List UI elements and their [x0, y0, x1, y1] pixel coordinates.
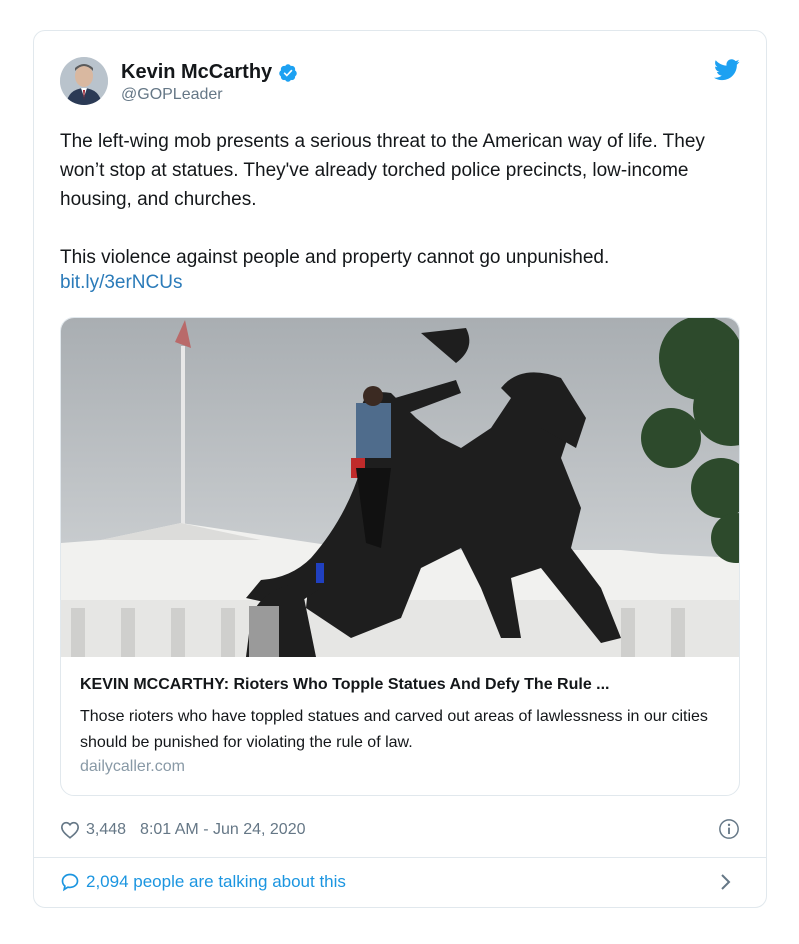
preview-image	[61, 318, 739, 657]
footer-divider	[34, 857, 766, 858]
preview-title: KEVIN MCCARTHY: Rioters Who Topple Statu…	[80, 676, 610, 693]
author-name[interactable]: Kevin McCarthy	[121, 61, 272, 84]
twitter-bird-icon[interactable]	[714, 59, 740, 81]
chevron-right-icon[interactable]	[720, 873, 732, 891]
tweet-card[interactable]: Kevin McCarthy @GOPLeader The left-wing …	[33, 30, 767, 908]
conversation-count[interactable]: 2,094 people are talking about this	[86, 872, 346, 892]
tweet-text: The left-wing mob presents a serious thr…	[60, 131, 705, 268]
tweet-meta: 3,448 8:01 AM - Jun 24, 2020	[60, 817, 740, 843]
tweet-timestamp[interactable]: 8:01 AM - Jun 24, 2020	[140, 821, 305, 839]
heart-icon[interactable]	[60, 821, 80, 839]
author-avatar[interactable]	[60, 57, 108, 105]
speech-bubble-icon	[61, 873, 79, 892]
like-count[interactable]: 3,448	[86, 821, 126, 839]
preview-domain: dailycaller.com	[80, 758, 185, 775]
verified-badge-icon	[279, 63, 297, 82]
link-preview-card[interactable]: KEVIN MCCARTHY: Rioters Who Topple Statu…	[60, 317, 740, 796]
conversation-link[interactable]: 2,094 people are talking about this	[60, 867, 740, 897]
preview-description: Those rioters who have toppled statues a…	[80, 708, 708, 751]
info-icon[interactable]	[718, 818, 740, 840]
tweet-header: Kevin McCarthy @GOPLeader	[60, 57, 740, 113]
tweet-link[interactable]: bit.ly/3erNCUs	[60, 272, 182, 294]
author-info: Kevin McCarthy @GOPLeader	[121, 61, 298, 104]
author-handle[interactable]: @GOPLeader	[121, 86, 298, 104]
author-name-row: Kevin McCarthy	[121, 61, 298, 84]
